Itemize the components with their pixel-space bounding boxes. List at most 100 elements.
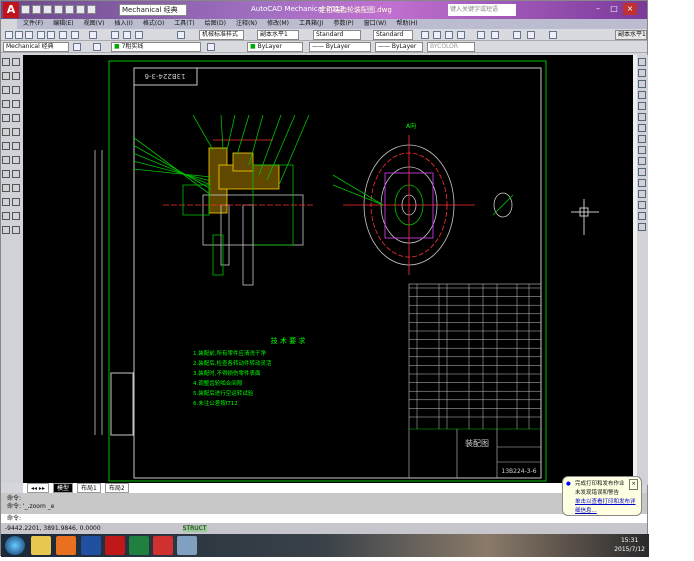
mirror-icon[interactable] bbox=[638, 80, 646, 88]
explode-icon[interactable] bbox=[12, 226, 20, 234]
polyline-icon[interactable] bbox=[2, 72, 10, 80]
tolerance-icon[interactable] bbox=[513, 31, 521, 39]
break-icon[interactable] bbox=[638, 179, 646, 187]
linetype-select[interactable]: —— ByLayer bbox=[309, 42, 371, 52]
circle-icon[interactable] bbox=[2, 128, 10, 136]
workspace-settings-icon[interactable] bbox=[73, 43, 81, 51]
menu-draw[interactable]: 绘图(D) bbox=[205, 19, 226, 29]
arc-icon[interactable] bbox=[2, 114, 10, 122]
dim-aligned-icon[interactable] bbox=[433, 31, 441, 39]
extend-icon[interactable] bbox=[638, 168, 646, 176]
move-icon[interactable] bbox=[12, 128, 20, 136]
rectangle-icon[interactable] bbox=[2, 100, 10, 108]
workspace-select[interactable]: Mechanical 经典 bbox=[119, 4, 187, 16]
properties-icon[interactable] bbox=[111, 31, 119, 39]
rotate-icon[interactable] bbox=[638, 124, 646, 132]
dim-diameter-icon[interactable] bbox=[457, 31, 465, 39]
close-button[interactable]: × bbox=[623, 3, 637, 15]
autocad-task[interactable] bbox=[153, 536, 173, 555]
color-select[interactable]: ■ ByLayer bbox=[247, 42, 303, 52]
rotate-icon[interactable] bbox=[12, 142, 20, 150]
print-icon[interactable] bbox=[65, 5, 74, 14]
notification-balloon[interactable]: ● × 完成打印和发布作业 未发现错误和警告 单击以查看打印和发布详细信息... bbox=[562, 476, 642, 516]
start-button[interactable] bbox=[5, 536, 25, 555]
array-icon[interactable] bbox=[638, 102, 646, 110]
copy-icon[interactable] bbox=[12, 72, 20, 80]
mirror-icon[interactable] bbox=[12, 86, 20, 94]
fillet-icon[interactable] bbox=[12, 212, 20, 220]
close-balloon-button[interactable]: × bbox=[629, 479, 638, 490]
tab-nav[interactable]: ◂◂ ▸▸ bbox=[27, 483, 49, 493]
command-input[interactable]: 命令: bbox=[1, 514, 647, 523]
menu-insert[interactable]: 插入(I) bbox=[114, 19, 132, 29]
table-style-select[interactable]: Standard bbox=[313, 30, 361, 40]
undo-icon[interactable] bbox=[76, 5, 85, 14]
acrobat-task[interactable] bbox=[105, 536, 125, 555]
undo-icon[interactable] bbox=[89, 31, 97, 39]
stretch-icon[interactable] bbox=[12, 170, 20, 178]
maximize-button[interactable]: □ bbox=[607, 3, 621, 15]
mtext-icon[interactable] bbox=[2, 226, 10, 234]
redo-icon[interactable] bbox=[87, 5, 96, 14]
workspace-combo[interactable]: Mechanical 经典 bbox=[3, 42, 69, 52]
struct-toggle[interactable]: STRUCT bbox=[182, 525, 207, 532]
layer-manager-icon[interactable] bbox=[93, 43, 101, 51]
preview-icon[interactable] bbox=[47, 31, 55, 39]
search-input[interactable]: 键入关键字或短语 bbox=[448, 4, 516, 16]
scale-icon[interactable] bbox=[12, 156, 20, 164]
chamfer-icon[interactable] bbox=[638, 201, 646, 209]
menu-parametric[interactable]: 参数(P) bbox=[333, 19, 353, 29]
copy-icon[interactable] bbox=[71, 31, 79, 39]
app-task[interactable] bbox=[81, 536, 101, 555]
table-icon[interactable] bbox=[2, 212, 10, 220]
scale-icon[interactable] bbox=[638, 135, 646, 143]
menu-window[interactable]: 窗口(W) bbox=[364, 19, 387, 29]
balloon-link[interactable]: 单击以查看打印和发布详细信息... bbox=[575, 498, 638, 516]
stretch-icon[interactable] bbox=[638, 146, 646, 154]
minimize-button[interactable]: – bbox=[591, 3, 605, 15]
block-icon[interactable] bbox=[2, 184, 10, 192]
tab-model[interactable]: 模型 bbox=[52, 483, 73, 493]
print-icon[interactable] bbox=[37, 31, 45, 39]
array-icon[interactable] bbox=[12, 114, 20, 122]
cut-icon[interactable] bbox=[59, 31, 67, 39]
offset-icon[interactable] bbox=[638, 91, 646, 99]
save-icon[interactable] bbox=[25, 31, 33, 39]
layer-select[interactable]: ■ 7粗实线 bbox=[111, 42, 201, 52]
menu-toolbox[interactable]: 工具箱(J) bbox=[299, 19, 323, 29]
lineweight-select[interactable]: —— ByLayer bbox=[375, 42, 423, 52]
dim-style-button[interactable]: 副本水平1 bbox=[615, 30, 647, 40]
join-icon[interactable] bbox=[638, 190, 646, 198]
polygon-icon[interactable] bbox=[2, 86, 10, 94]
menu-annotate[interactable]: 注释(N) bbox=[236, 19, 257, 29]
dim-continue-icon[interactable] bbox=[491, 31, 499, 39]
outlook-task[interactable] bbox=[56, 536, 76, 555]
dim-style-select[interactable]: 机械标准样式 bbox=[199, 30, 244, 40]
dim-baseline-icon[interactable] bbox=[477, 31, 485, 39]
menu-help[interactable]: 帮助(H) bbox=[396, 19, 417, 29]
clock[interactable]: 15:31 2015/7/12 bbox=[614, 536, 645, 554]
explorer-task[interactable] bbox=[31, 536, 51, 555]
menu-file[interactable]: 文件(F) bbox=[23, 19, 43, 29]
explode-icon[interactable] bbox=[638, 223, 646, 231]
excel-task[interactable] bbox=[129, 536, 149, 555]
paint-task[interactable] bbox=[177, 536, 197, 555]
new-icon[interactable] bbox=[5, 31, 13, 39]
menu-modify[interactable]: 修改(M) bbox=[267, 19, 289, 29]
menu-format[interactable]: 格式(O) bbox=[143, 19, 164, 29]
dim-radius-icon[interactable] bbox=[445, 31, 453, 39]
revcloud-icon[interactable] bbox=[2, 142, 10, 150]
spline-icon[interactable] bbox=[2, 156, 10, 164]
menu-tools[interactable]: 工具(T) bbox=[174, 19, 194, 29]
center-mark-icon[interactable] bbox=[527, 31, 535, 39]
open-icon[interactable] bbox=[32, 5, 41, 14]
menu-edit[interactable]: 编辑(E) bbox=[53, 19, 73, 29]
make-current-icon[interactable] bbox=[207, 43, 215, 51]
line-icon[interactable] bbox=[2, 58, 10, 66]
tab-layout1[interactable]: 布局1 bbox=[76, 483, 101, 493]
new-icon[interactable] bbox=[21, 5, 30, 14]
help-icon[interactable] bbox=[177, 31, 185, 39]
extend-icon[interactable] bbox=[12, 198, 20, 206]
saveas-icon[interactable] bbox=[54, 5, 63, 14]
dim-edit-icon[interactable] bbox=[549, 31, 557, 39]
